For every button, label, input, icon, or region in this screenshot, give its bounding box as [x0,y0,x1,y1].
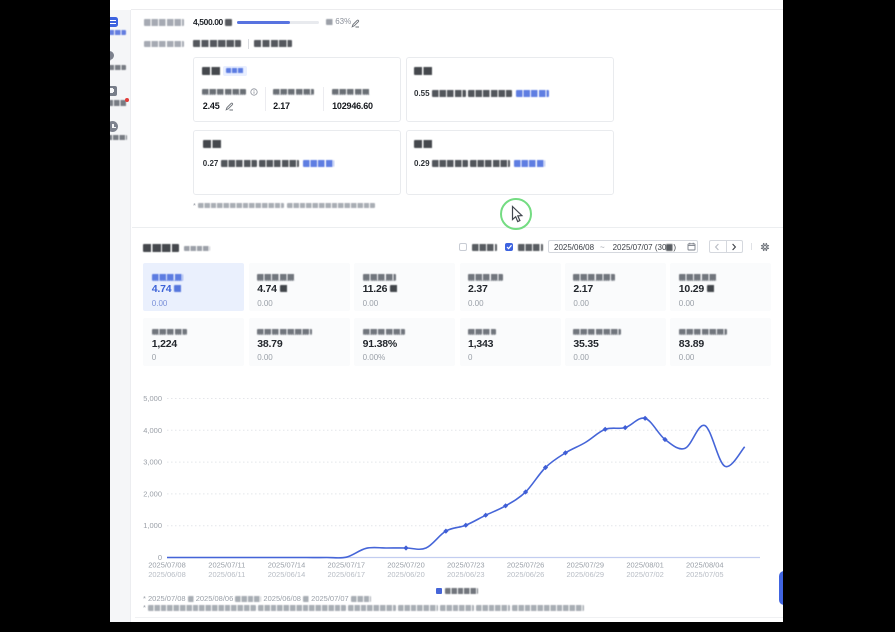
svg-text:2025/06/26: 2025/06/26 [507,570,545,579]
svg-text:2025/07/23: 2025/07/23 [447,561,485,570]
svg-text:2025/07/20: 2025/07/20 [387,561,425,570]
svg-text:2025/07/02: 2025/07/02 [626,570,664,579]
svg-text:2025/06/20: 2025/06/20 [387,570,425,579]
svg-text:2025/08/01: 2025/08/01 [626,561,664,570]
svg-text:2025/08/04: 2025/08/04 [686,561,724,570]
svg-text:2025/07/14: 2025/07/14 [268,561,306,570]
svg-text:2025/06/14: 2025/06/14 [268,570,306,579]
svg-text:2025/07/08: 2025/07/08 [148,561,186,570]
svg-text:2025/07/17: 2025/07/17 [328,561,366,570]
svg-text:5,000: 5,000 [143,394,162,403]
svg-text:2,000: 2,000 [143,489,162,498]
svg-text:2025/07/29: 2025/07/29 [567,561,605,570]
svg-text:3,000: 3,000 [143,458,162,467]
svg-text:2025/07/26: 2025/07/26 [507,561,545,570]
svg-text:4,000: 4,000 [143,426,162,435]
svg-text:2025/06/23: 2025/06/23 [447,570,485,579]
svg-text:2025/07/05: 2025/07/05 [686,570,724,579]
svg-text:2025/06/08: 2025/06/08 [148,570,186,579]
svg-text:1,000: 1,000 [143,521,162,530]
svg-text:2025/06/29: 2025/06/29 [567,570,605,579]
svg-text:2025/06/17: 2025/06/17 [328,570,366,579]
svg-text:2025/06/11: 2025/06/11 [208,570,245,579]
svg-text:2025/07/11: 2025/07/11 [208,561,245,570]
